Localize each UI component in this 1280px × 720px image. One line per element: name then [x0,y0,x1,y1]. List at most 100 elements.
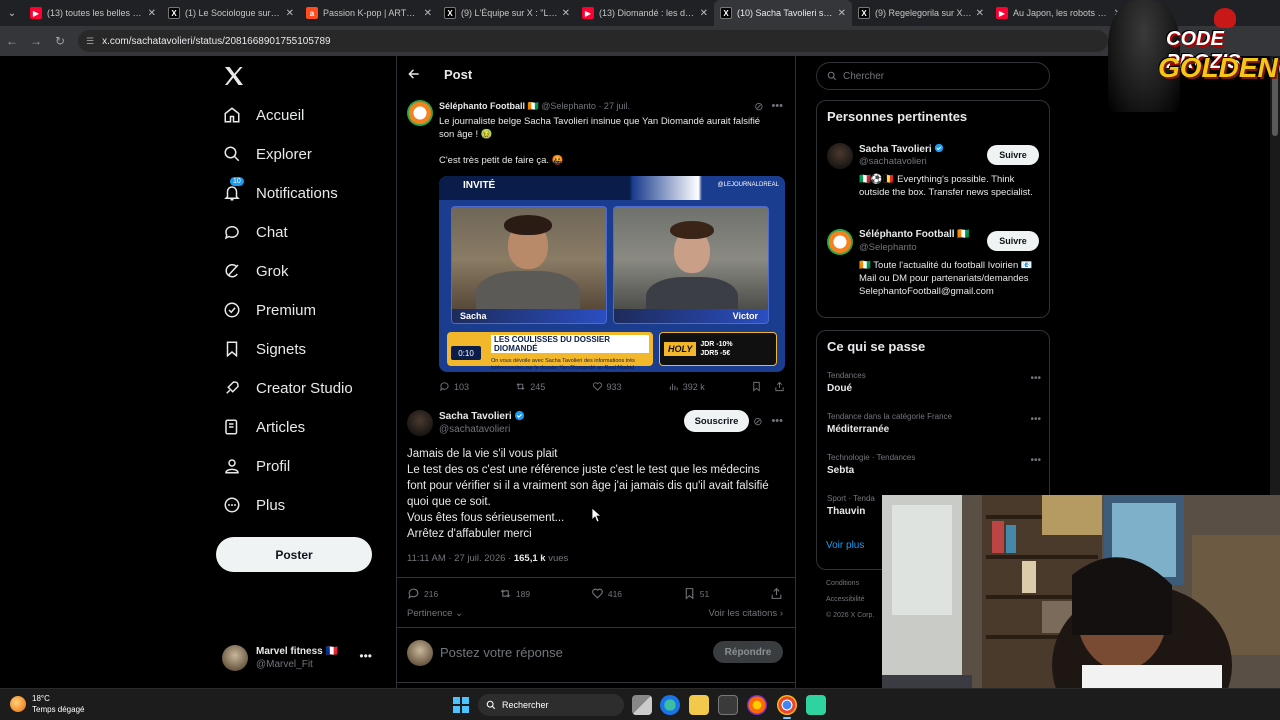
hair-image [670,221,714,239]
grok-icon[interactable]: ⊘ [754,100,763,113]
author-name[interactable]: Sacha Tavolieri [439,411,512,422]
video-guest-left: Sacha [451,206,607,324]
weather-widget[interactable]: 18°C Temps dégagé [10,693,84,715]
promo-line: JDR -10% [700,341,733,348]
repost-button[interactable]: 245 [515,381,545,392]
reply-button[interactable]: 103 [439,381,469,392]
repost-button[interactable]: 189 [499,587,530,600]
user-name[interactable]: Sacha Tavolieri [859,143,944,155]
views-button[interactable]: 392 k [668,381,705,392]
task-view-icon[interactable] [632,695,652,715]
relevant-user[interactable]: Sacha Tavolieri @sachatavolieri Suivre 🇮… [827,143,1047,223]
trend-item[interactable]: Tendance dans la catégorie France Médite… [827,412,1041,435]
author-handle[interactable]: @sachatavolieri [439,423,525,436]
view-quotes-link[interactable]: Voir les citations › [709,608,783,619]
nav-item-signets[interactable]: Signets [222,334,306,364]
reply-submit-button[interactable]: Répondre [713,641,783,663]
close-icon[interactable]: ✕ [838,8,846,19]
more-icon[interactable]: ••• [1030,455,1041,466]
tab-search-icon[interactable]: ⌄ [0,0,24,26]
more-icon[interactable]: ••• [771,100,783,113]
browser-tab[interactable]: X(9) Regelegorila sur X : "Q...✕ [852,0,990,26]
footer-link[interactable]: Accessibilité [826,592,874,608]
avatar[interactable] [827,229,853,255]
reply-button[interactable]: 216 [407,587,438,600]
close-icon[interactable]: ✕ [148,8,156,19]
edge-icon[interactable] [660,695,680,715]
follow-button[interactable]: Suivre [987,145,1039,165]
nav-item-explorer[interactable]: Explorer [222,139,312,169]
author-name[interactable]: Séléphanto Football 🇨🇮 [439,101,539,111]
browser-tab[interactable]: ▶(13) toutes les belles cho...✕ [24,0,162,26]
store-icon[interactable] [718,695,738,715]
nav-item-plus[interactable]: Plus [222,490,285,520]
show-more-link[interactable]: Voir plus [826,540,864,551]
more-icon[interactable]: ••• [1030,373,1041,384]
grok-icon[interactable]: ⊘ [753,415,762,428]
video-timer: 0:10 [451,346,481,360]
account-switcher[interactable]: Marvel fitness 🇫🇷 @Marvel_Fit ••• [222,641,382,675]
reply-input[interactable]: Postez votre réponse [440,645,563,660]
post-date[interactable]: · 27 juil. [598,101,630,111]
browser-tab[interactable]: aPassion K-pop | ARTE Reg...✕ [300,0,438,26]
close-icon[interactable]: ✕ [976,8,984,19]
nav-item-premium[interactable]: Premium [222,295,316,325]
nav-item-accueil[interactable]: Accueil [222,100,304,130]
relevant-user[interactable]: Séléphanto Football 🇨🇮 @Selephanto Suivr… [827,229,1047,313]
avatar[interactable] [827,143,853,169]
more-icon[interactable]: ••• [359,649,372,663]
chrome-icon[interactable] [777,695,797,719]
bookmark-button[interactable]: 51 [683,587,709,600]
footer-link[interactable]: Conditions [826,576,874,592]
subscribe-button[interactable]: Souscrire [684,410,749,432]
folder-icon[interactable] [689,695,709,715]
browser-tab[interactable]: X(9) L'Équipe sur X : "La dé...✕ [438,0,576,26]
like-button[interactable]: 416 [591,587,622,600]
like-button[interactable]: 933 [592,381,622,392]
browser-tab-active[interactable]: X (10) Sacha Tavolieri sur X ✕ [714,0,852,26]
close-icon[interactable]: ✕ [286,8,294,19]
browser-tab[interactable]: X (1) Le Sociologue sur X : " ✕ [162,0,300,26]
video-player[interactable]: INVITÉ @LEJOURNALDREAL Sacha Victor 0:10… [439,176,785,372]
nav-item-profil[interactable]: Profil [222,451,290,481]
nav-item-creator-studio[interactable]: Creator Studio [222,373,353,403]
back-arrow-icon[interactable] [407,67,421,81]
trend-item[interactable]: Technologie · Tendances Sebta ••• [827,453,1041,476]
back-icon[interactable]: ← [0,26,24,56]
share-button[interactable] [770,587,783,600]
user-bio: 🇮🇹⚽🇧🇪 Everything's possible. Think outsi… [859,174,1033,198]
avatar[interactable] [407,100,433,126]
more-icon[interactable]: ••• [771,415,783,428]
article-icon [222,417,242,437]
more-icon[interactable]: ••• [1030,414,1041,425]
x-logo-icon[interactable] [222,64,246,88]
firefox-icon[interactable] [747,695,767,715]
nav-item-chat[interactable]: Chat [222,217,288,247]
reload-icon[interactable]: ↻ [48,26,72,56]
nav-item-notifications[interactable]: 10 Notifications [222,177,338,208]
home-icon [222,105,242,125]
site-info-icon[interactable]: ☰ [86,36,94,47]
search-input[interactable]: Chercher [816,62,1050,90]
close-icon[interactable]: ✕ [562,8,570,19]
taskbar-search[interactable]: Rechercher [478,694,624,716]
nav-item-articles[interactable]: Articles [222,412,305,442]
sort-dropdown[interactable]: Pertinence ⌄ [407,608,463,619]
avatar[interactable] [407,410,433,436]
nav-item-grok[interactable]: Grok [222,256,289,286]
trend-item[interactable]: Tendances Doué ••• [827,371,1041,394]
close-icon[interactable]: ✕ [424,8,432,19]
close-icon[interactable]: ✕ [700,8,708,19]
user-name[interactable]: Séléphanto Football 🇨🇮 [859,229,970,240]
share-icon[interactable] [774,381,785,392]
post-button[interactable]: Poster [216,537,372,572]
windows-start-icon[interactable] [452,696,470,714]
forward-icon[interactable]: → [24,26,48,56]
url-input[interactable]: ☰ x.com/sachatavolieri/status/2081668901… [78,30,1108,52]
webcam-overlay [882,495,1280,720]
browser-tab[interactable]: ▶(13) Diomandé : les desso...✕ [576,0,714,26]
bookmark-icon[interactable] [751,381,762,392]
follow-button[interactable]: Suivre [987,231,1039,251]
author-handle[interactable]: @Selephanto [541,101,596,111]
app-icon[interactable] [806,695,826,715]
